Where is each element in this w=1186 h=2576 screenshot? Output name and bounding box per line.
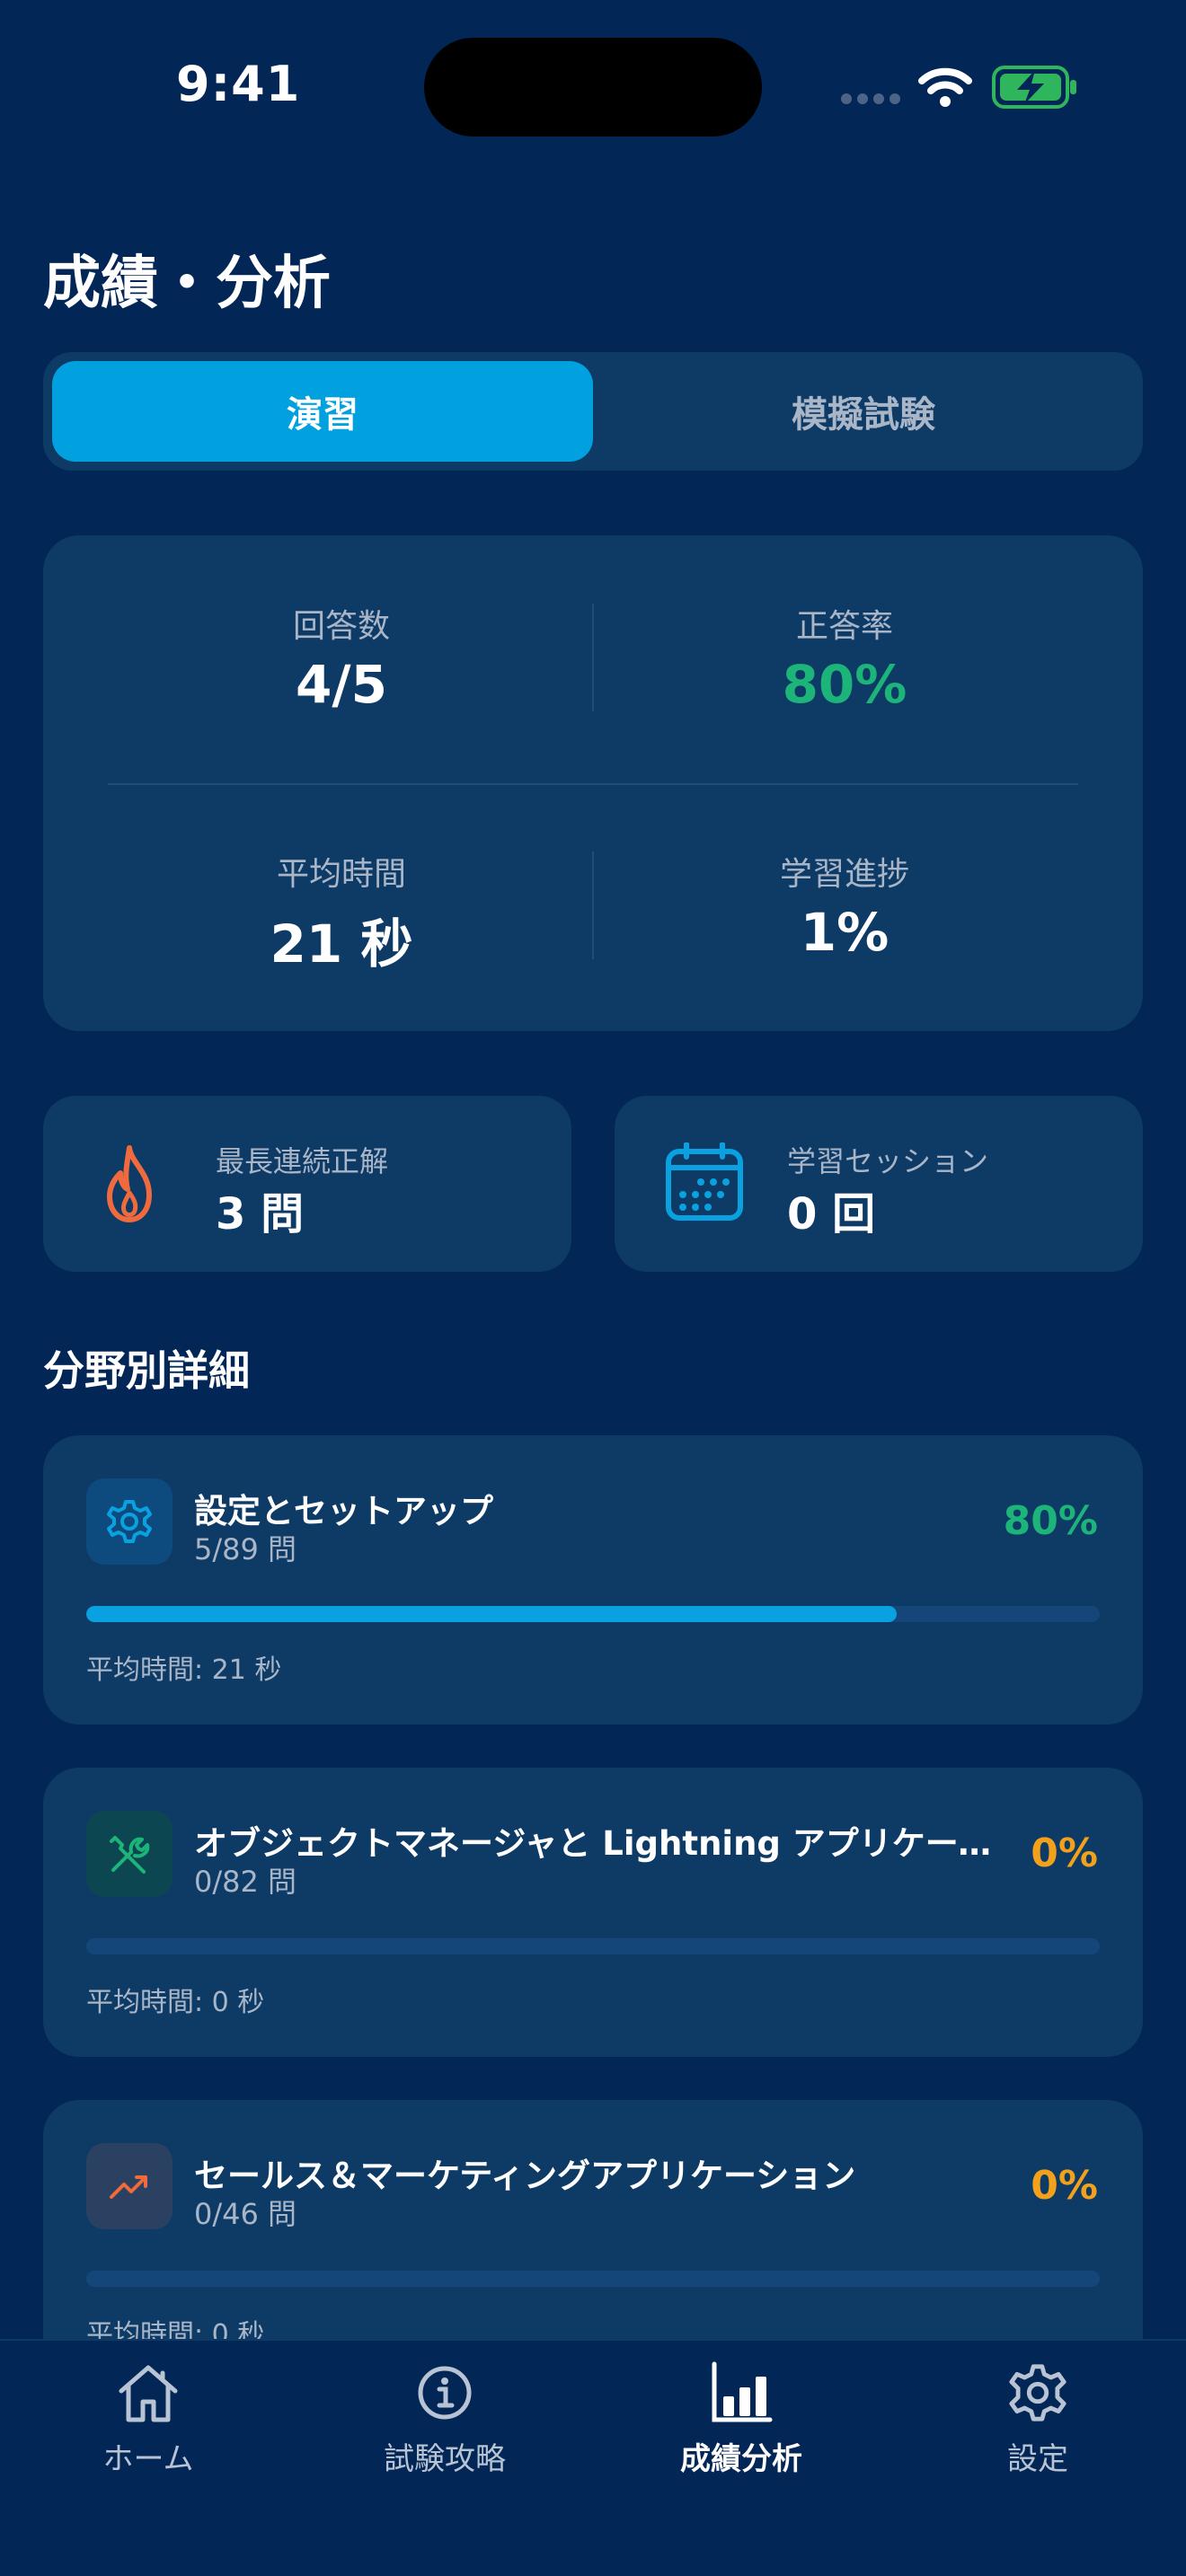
category-progress-fill bbox=[86, 1606, 898, 1622]
analytics-screen: 9:41 成績・分析 演習 模擬試験 回答数 4/5 正答率 80% 平均時間 … bbox=[0, 0, 1186, 2576]
category-percent: 0% bbox=[1031, 2163, 1098, 2209]
category-avg-time: 平均時間: 21 秒 bbox=[86, 1654, 282, 1686]
tab-analytics[interactable]: 成績分析 bbox=[593, 2357, 890, 2478]
category-percent: 0% bbox=[1031, 1831, 1098, 1876]
flame-icon bbox=[107, 1145, 152, 1222]
sessions-label: 学習セッション bbox=[787, 1144, 989, 1178]
streak-value: 3 問 bbox=[216, 1189, 305, 1239]
page-title: 成績・分析 bbox=[43, 251, 331, 317]
trend-up-icon bbox=[110, 2175, 147, 2199]
tab-settings[interactable]: 設定 bbox=[890, 2357, 1186, 2478]
category-progress-bar bbox=[86, 1606, 1100, 1622]
category-count: 5/89 問 bbox=[194, 1532, 297, 1566]
tab-analytics-label: 成績分析 bbox=[680, 2441, 802, 2477]
gear-icon bbox=[107, 1500, 152, 1543]
tab-exam-strategy-label: 試験攻略 bbox=[384, 2441, 506, 2477]
progress-stat: 学習進捗 1% bbox=[593, 848, 1096, 963]
segment-mock-exam[interactable]: 模擬試験 bbox=[593, 361, 1134, 462]
mode-segmented-control: 演習 模擬試験 bbox=[43, 352, 1143, 471]
dynamic-island bbox=[424, 38, 762, 137]
streak-label: 最長連続正解 bbox=[216, 1144, 389, 1178]
category-icon-badge bbox=[86, 1811, 173, 1897]
tab-home[interactable]: ホーム bbox=[0, 2357, 296, 2478]
category-card[interactable]: 設定とセットアップ 5/89 問 80% 平均時間: 21 秒 bbox=[43, 1435, 1143, 1725]
accuracy-value: 80% bbox=[782, 654, 907, 715]
progress-label: 学習進捗 bbox=[779, 856, 909, 893]
category-avg-time: 平均時間: 0 秒 bbox=[86, 1987, 265, 2018]
sessions-value: 0 回 bbox=[787, 1189, 876, 1239]
category-progress-bar bbox=[86, 2271, 1100, 2287]
category-percent: 80% bbox=[1003, 1498, 1098, 1544]
tab-exam-strategy[interactable]: 試験攻略 bbox=[296, 2357, 593, 2478]
tab-bar: ホーム 試験攻略 成績分析 設定 bbox=[0, 2339, 1186, 2576]
category-title: 設定とセットアップ bbox=[194, 1492, 493, 1531]
stat-row-divider bbox=[108, 783, 1078, 785]
sessions-card: 学習セッション 0 回 bbox=[615, 1096, 1143, 1272]
answered-label: 回答数 bbox=[292, 608, 390, 645]
segment-practice[interactable]: 演習 bbox=[52, 361, 593, 462]
bar-chart-icon bbox=[712, 2361, 773, 2422]
category-title: セールス＆マーケティングアプリケーション bbox=[194, 2157, 856, 2195]
battery-icon bbox=[992, 66, 1076, 109]
status-time: 9:41 bbox=[176, 56, 301, 112]
tab-home-label: ホーム bbox=[102, 2441, 194, 2477]
avg-time-value: 21 秒 bbox=[270, 913, 413, 975]
gear-icon bbox=[1009, 2364, 1067, 2422]
wifi-icon bbox=[918, 67, 972, 107]
answered-value: 4/5 bbox=[296, 654, 387, 715]
tools-icon bbox=[110, 1836, 150, 1874]
accuracy-stat: 正答率 80% bbox=[593, 600, 1096, 715]
calendar-icon bbox=[666, 1142, 743, 1221]
accuracy-label: 正答率 bbox=[795, 608, 893, 645]
category-progress-bar bbox=[86, 1938, 1100, 1954]
category-card[interactable]: オブジェクトマネージャと Lightning アプリケーショ… 0/82 問 0… bbox=[43, 1768, 1143, 2057]
avg-time-stat: 平均時間 21 秒 bbox=[90, 848, 593, 977]
progress-value: 1% bbox=[800, 902, 890, 963]
home-icon bbox=[119, 2365, 178, 2422]
category-title: オブジェクトマネージャと Lightning アプリケーショ… bbox=[194, 1824, 1019, 1863]
category-count: 0/82 問 bbox=[194, 1865, 297, 1899]
category-icon-badge bbox=[86, 1478, 173, 1565]
category-count: 0/46 問 bbox=[194, 2197, 297, 2231]
streak-card: 最長連続正解 3 問 bbox=[43, 1096, 571, 1272]
tab-settings-label: 設定 bbox=[1007, 2441, 1068, 2477]
category-icon-badge bbox=[86, 2143, 173, 2229]
summary-card: 回答数 4/5 正答率 80% 平均時間 21 秒 学習進捗 1% bbox=[43, 535, 1143, 1031]
answered-stat: 回答数 4/5 bbox=[90, 600, 593, 715]
avg-time-label: 平均時間 bbox=[276, 856, 406, 893]
cellular-signal-icon bbox=[841, 93, 900, 104]
section-title: 分野別詳細 bbox=[43, 1346, 250, 1395]
info-icon bbox=[418, 2366, 472, 2420]
